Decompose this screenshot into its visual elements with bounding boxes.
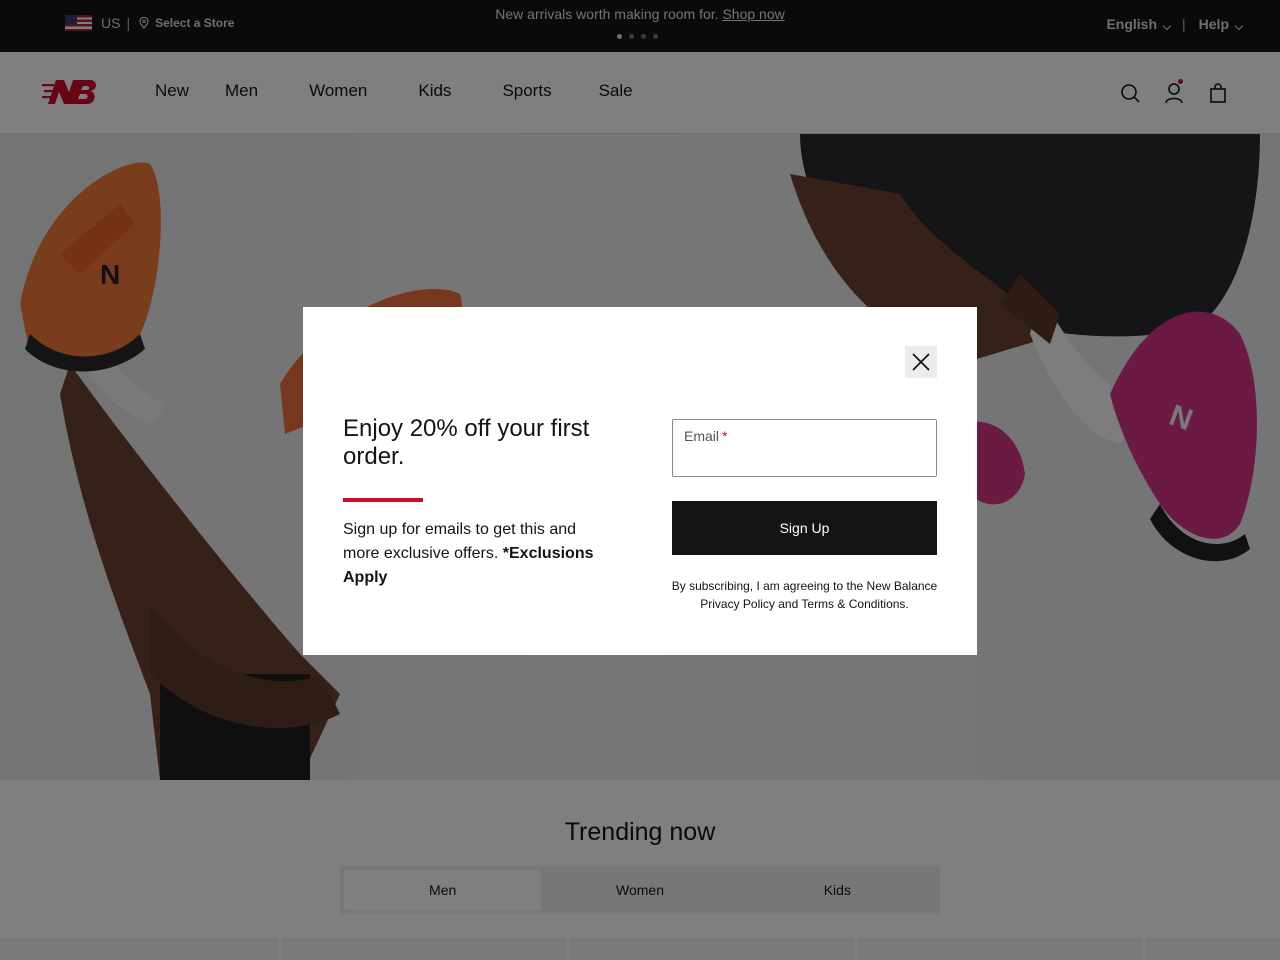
sign-up-button[interactable]: Sign Up bbox=[672, 501, 937, 555]
required-marker: * bbox=[722, 428, 728, 444]
email-label: Email * bbox=[684, 428, 727, 444]
email-label-text: Email bbox=[684, 428, 720, 444]
email-signup-modal: Enjoy 20% off your first order. Sign up … bbox=[303, 307, 977, 655]
modal-description: Sign up for emails to get this and more … bbox=[343, 518, 613, 590]
close-button[interactable] bbox=[905, 346, 937, 378]
accent-divider bbox=[343, 498, 423, 502]
email-field[interactable]: Email * bbox=[672, 419, 937, 477]
modal-title: Enjoy 20% off your first order. bbox=[343, 415, 590, 470]
close-icon bbox=[912, 353, 930, 371]
email-input[interactable] bbox=[684, 450, 924, 470]
terms-text: By subscribing, I am agreeing to the New… bbox=[671, 579, 938, 611]
